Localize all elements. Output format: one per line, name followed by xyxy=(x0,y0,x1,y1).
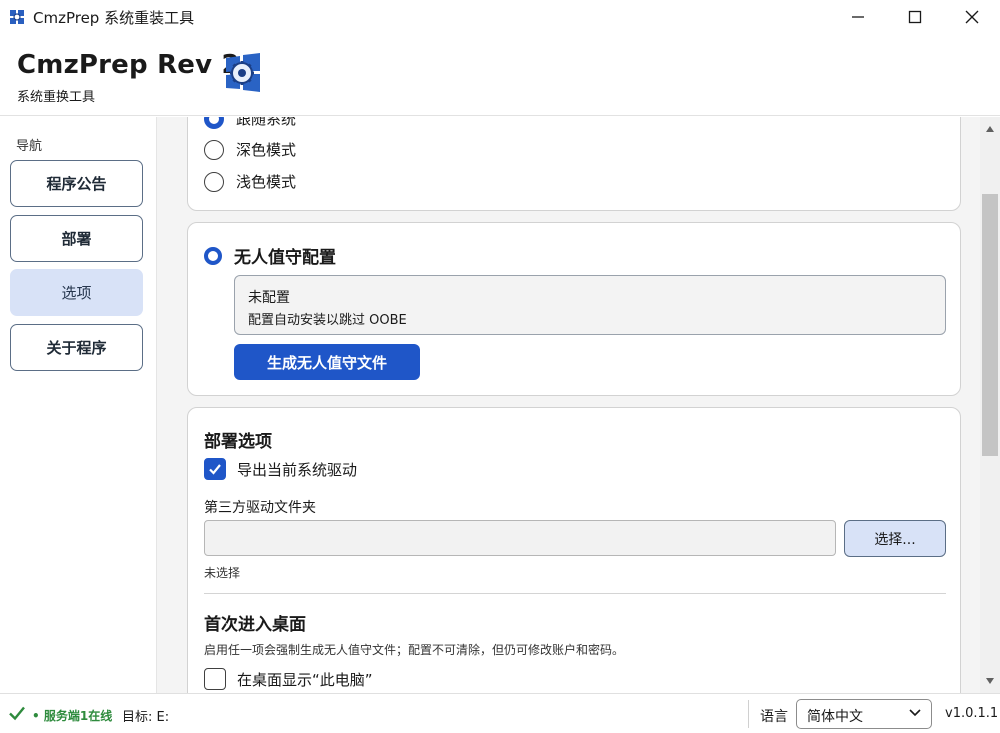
sidebar-item-options[interactable]: 选项 xyxy=(10,269,143,316)
theme-option-dark[interactable]: 深色模式 xyxy=(204,139,296,160)
scroll-up-button[interactable] xyxy=(980,119,1000,139)
status-bar: • 服务端1在线 目标: E: 语言 简体中文 v1.0.1.1 xyxy=(0,693,1000,733)
app-title: CmzPrep Rev 2 xyxy=(17,50,240,80)
radio-selected-icon xyxy=(204,246,222,265)
scroll-thumb[interactable] xyxy=(982,194,998,456)
options-panel: 跟随系统 深色模式 浅色模式 无人值守配置 未配置 配置自动安装以跳过 OOBE… xyxy=(157,117,1000,693)
title-bar: CmzPrep 系统重装工具 xyxy=(0,0,1000,34)
radio-selected-icon xyxy=(204,117,224,129)
maximize-button[interactable] xyxy=(886,0,943,34)
select-folder-button[interactable]: 选择... xyxy=(844,520,946,557)
deploy-options-heading: 部署选项 xyxy=(204,432,272,452)
app-logo-icon xyxy=(226,53,260,92)
checkbox-checked-icon xyxy=(204,458,226,480)
theme-option-light[interactable]: 浅色模式 xyxy=(204,171,296,192)
export-drivers-label: 导出当前系统驱动 xyxy=(237,460,358,479)
chevron-down-icon xyxy=(986,678,994,684)
generate-unattended-button[interactable]: 生成无人值守文件 xyxy=(234,344,420,380)
close-icon xyxy=(965,10,978,24)
first-desktop-desc: 启用任一项会强制生成无人值守文件；配置不可清除，但仍可修改账户和密码。 xyxy=(204,643,625,657)
theme-option-label: 深色模式 xyxy=(236,141,297,159)
sidebar-item-label: 程序公告 xyxy=(46,175,107,193)
sidebar-item-label: 关于程序 xyxy=(46,339,107,357)
minimize-icon xyxy=(851,16,864,18)
vertical-scrollbar[interactable] xyxy=(980,117,1000,693)
sidebar-item-deploy[interactable]: 部署 xyxy=(10,215,143,262)
app-header: CmzPrep Rev 2 系统重换工具 xyxy=(0,34,1000,116)
sidebar-item-label: 部署 xyxy=(61,230,92,248)
language-value: 简体中文 xyxy=(807,709,863,725)
driver-folder-status: 未选择 xyxy=(204,566,241,580)
divider xyxy=(748,700,749,728)
deploy-options-card: 部署选项 导出当前系统驱动 第三方驱动文件夹 选择... 未选择 首次进入桌面 … xyxy=(187,407,961,693)
radio-icon xyxy=(204,139,224,160)
unattended-status-box: 未配置 配置自动安装以跳过 OOBE xyxy=(234,275,946,335)
server-status: • 服务端1在线 xyxy=(32,709,113,723)
unattended-status-title: 未配置 xyxy=(248,290,290,306)
unattended-status-desc: 配置自动安装以跳过 OOBE xyxy=(248,313,407,328)
unattended-heading: 无人值守配置 xyxy=(234,248,336,268)
unattended-card: 无人值守配置 未配置 配置自动安装以跳过 OOBE 生成无人值守文件 xyxy=(187,222,961,396)
minimize-button[interactable] xyxy=(829,0,886,34)
close-button[interactable] xyxy=(943,0,1000,34)
show-this-pc-checkbox[interactable]: 在桌面显示“此电脑” xyxy=(204,668,373,690)
sidebar-item-announcements[interactable]: 程序公告 xyxy=(10,160,143,207)
checkbox-icon xyxy=(204,668,226,690)
first-desktop-heading: 首次进入桌面 xyxy=(204,615,306,635)
divider xyxy=(204,593,946,594)
language-select[interactable]: 简体中文 xyxy=(796,699,932,729)
driver-folder-input[interactable] xyxy=(204,520,836,556)
unattended-toggle[interactable]: 无人值守配置 xyxy=(204,243,336,268)
theme-card: 跟随系统 深色模式 浅色模式 xyxy=(187,117,961,211)
scroll-down-button[interactable] xyxy=(980,671,1000,691)
sidebar: 导航 程序公告 部署 选项 关于程序 xyxy=(0,117,157,693)
radio-icon xyxy=(204,171,224,192)
sidebar-item-about[interactable]: 关于程序 xyxy=(10,324,143,371)
maximize-icon xyxy=(908,10,921,24)
show-this-pc-label: 在桌面显示“此电脑” xyxy=(237,670,373,689)
window-title: CmzPrep 系统重装工具 xyxy=(33,8,195,27)
language-label: 语言 xyxy=(760,709,788,725)
theme-option-label: 浅色模式 xyxy=(236,173,297,191)
export-drivers-checkbox[interactable]: 导出当前系统驱动 xyxy=(204,458,357,480)
target-drive: 目标: E: xyxy=(122,710,170,725)
theme-option-label: 跟随系统 xyxy=(236,117,297,128)
theme-option-system[interactable]: 跟随系统 xyxy=(204,117,296,129)
nav-label: 导航 xyxy=(16,139,43,154)
app-icon xyxy=(9,9,25,25)
check-icon xyxy=(9,706,25,721)
sidebar-item-label: 选项 xyxy=(61,284,92,302)
app-subtitle: 系统重换工具 xyxy=(17,90,96,105)
version-label: v1.0.1.1 xyxy=(945,706,999,721)
chevron-up-icon xyxy=(986,126,994,132)
driver-folder-label: 第三方驱动文件夹 xyxy=(204,500,316,516)
chevron-down-icon xyxy=(909,709,921,717)
